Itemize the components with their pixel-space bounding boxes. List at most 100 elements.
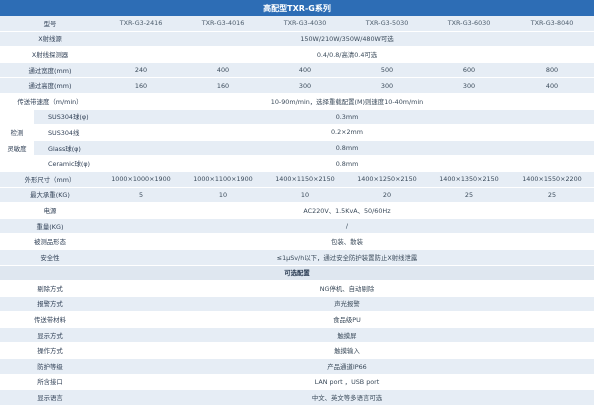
row-label: 报警方式 — [0, 296, 100, 313]
row-label: SUS304球(φ) — [34, 109, 100, 126]
row-label: 外形尺寸（mm） — [0, 171, 100, 188]
model-label: 型号 — [0, 16, 100, 32]
model-name: TXR-G3-6030 — [428, 16, 510, 32]
sensitivity-row: Glass球(φ) 0.8mm — [0, 140, 594, 157]
cell-value: 160 — [182, 77, 264, 94]
row-label: 所含接口 — [0, 374, 100, 391]
weight-row: 重量(KG) / — [0, 218, 594, 235]
dimensions-row: 外形尺寸（mm） 1000×1000×1900 1000×1100×1900 1… — [0, 171, 594, 188]
row-label: 电源 — [0, 202, 100, 219]
model-name: TXR-G3-4016 — [182, 16, 264, 32]
optional-section-header: 可选配置 — [0, 265, 594, 282]
row-value: 声光报警 — [100, 296, 594, 313]
row-value: 中文、英文等多语言可选 — [100, 389, 594, 406]
optional-row: 显示方式 触摸屏 — [0, 327, 594, 344]
belt-speed-row: 传送带速度（m/min） 10-90m/min，选择重载配置(M)则速度10-4… — [0, 93, 594, 110]
row-value: 0.3mm — [100, 109, 594, 126]
row-label: X射线探测器 — [0, 46, 100, 63]
row-value: 触摸输入 — [100, 342, 594, 360]
optional-row: 显示语言 中文、英文等多语言可选 — [0, 389, 594, 406]
row-label: 剔除方式 — [0, 280, 100, 297]
cell-value: 300 — [264, 77, 346, 94]
row-label: 显示方式 — [0, 327, 100, 344]
row-value: 0.8mm — [100, 140, 594, 157]
optional-row: 报警方式 声光报警 — [0, 296, 594, 313]
cell-value: 25 — [428, 187, 510, 204]
row-label: 重量(KG) — [0, 218, 100, 235]
row-value: 10-90m/min，选择重载配置(M)则速度10-40m/min — [100, 93, 594, 110]
row-value: 包装、散装 — [100, 233, 594, 250]
max-load-row: 最大承重(KG) 5 10 10 20 25 25 — [0, 187, 594, 204]
row-value: LAN port ，USB port — [100, 374, 594, 391]
optional-row: 剔除方式 NG停机、自动剔除 — [0, 280, 594, 297]
row-label: 防护等级 — [0, 358, 100, 375]
row-label: 通过高度(mm) — [0, 77, 100, 94]
row-value: 150W/210W/350W/480W可选 — [100, 31, 594, 48]
cell-value: 20 — [346, 187, 428, 204]
cell-value: 240 — [100, 62, 182, 79]
cell-value: 1400×1150×2150 — [264, 171, 346, 188]
sheet-title: 高配型TXR-G系列 — [0, 0, 594, 16]
model-name: TXR-G3-4030 — [264, 16, 346, 32]
optional-row: 传送带材料 食品级PU — [0, 311, 594, 328]
row-value: 触摸屏 — [100, 327, 594, 344]
cell-value: 400 — [510, 77, 594, 94]
sensitivity-group-line: 检测 — [10, 128, 24, 137]
row-label: 操作方式 — [0, 342, 100, 360]
optional-row: 所含接口 LAN port ，USB port — [0, 374, 594, 391]
section-title: 可选配置 — [0, 265, 594, 282]
row-value: 产品通道IP66 — [100, 358, 594, 375]
row-label: X射线源 — [0, 31, 100, 48]
row-label: SUS304线 — [34, 124, 100, 141]
model-name: TXR-G3-2416 — [100, 16, 182, 32]
sensitivity-group-line: 灵敏度 — [7, 144, 27, 153]
cell-value: 1400×1250×2150 — [346, 171, 428, 188]
cell-value: 1400×1550×2200 — [510, 171, 594, 188]
row-value: 0.8mm — [100, 155, 594, 172]
model-header-row: 型号 TXR-G3-2416 TXR-G3-4016 TXR-G3-4030 T… — [0, 16, 594, 32]
cell-value: 500 — [346, 62, 428, 79]
cell-value: 400 — [182, 62, 264, 79]
product-form-row: 被测品形态 包装、散装 — [0, 233, 594, 250]
row-label: Glass球(φ) — [34, 140, 100, 157]
cell-value: 25 — [510, 187, 594, 204]
sensitivity-group-label: 检测 灵敏度 — [0, 109, 34, 172]
cell-value: 400 — [264, 62, 346, 79]
row-value: NG停机、自动剔除 — [100, 280, 594, 297]
cell-value: 600 — [428, 62, 510, 79]
row-label: 传送带速度（m/min） — [0, 93, 100, 110]
row-value: 0.2×2mm — [100, 124, 594, 141]
optional-row: 防护等级 产品通道IP66 — [0, 358, 594, 375]
row-value: / — [100, 218, 594, 235]
cell-value: 10 — [264, 187, 346, 204]
row-value: ≤1μSv/h以下，通过安全防护装置防止X射线泄露 — [100, 249, 594, 266]
pass-width-row: 通过宽度(mm) 240 400 400 500 600 800 — [0, 62, 594, 79]
cell-value: 300 — [346, 77, 428, 94]
cell-value: 160 — [100, 77, 182, 94]
row-label: 传送带材料 — [0, 311, 100, 328]
row-label: 被测品形态 — [0, 233, 100, 250]
cell-value: 5 — [100, 187, 182, 204]
cell-value: 1000×1100×1900 — [182, 171, 264, 188]
spec-table: 型号 TXR-G3-2416 TXR-G3-4016 TXR-G3-4030 T… — [0, 16, 594, 406]
safety-row: 安全性 ≤1μSv/h以下，通过安全防护装置防止X射线泄露 — [0, 249, 594, 266]
xray-detector-row: X射线探测器 0.4/0.8/高清0.4可选 — [0, 46, 594, 63]
row-label: Ceramic球(φ) — [34, 155, 100, 172]
row-label: 最大承重(KG) — [0, 187, 100, 204]
power-row: 电源 AC220V、1.5KvA、50/60Hz — [0, 202, 594, 219]
cell-value: 1000×1000×1900 — [100, 171, 182, 188]
row-label: 安全性 — [0, 249, 100, 266]
row-value: 0.4/0.8/高清0.4可选 — [100, 46, 594, 63]
optional-row: 操作方式 触摸输入 — [0, 342, 594, 360]
row-value: 食品级PU — [100, 311, 594, 328]
row-value: AC220V、1.5KvA、50/60Hz — [100, 202, 594, 219]
sensitivity-row: Ceramic球(φ) 0.8mm — [0, 155, 594, 172]
cell-value: 800 — [510, 62, 594, 79]
cell-value: 1400×1350×2150 — [428, 171, 510, 188]
row-label: 显示语言 — [0, 389, 100, 406]
sensitivity-row: SUS304线 0.2×2mm — [0, 124, 594, 141]
model-name: TXR-G3-8040 — [510, 16, 594, 32]
model-name: TXR-G3-5030 — [346, 16, 428, 32]
sensitivity-row: 检测 灵敏度 SUS304球(φ) 0.3mm — [0, 109, 594, 172]
spec-sheet: 高配型TXR-G系列 型号 TXR-G3-2416 TXR-G3-4016 TX… — [0, 0, 594, 406]
